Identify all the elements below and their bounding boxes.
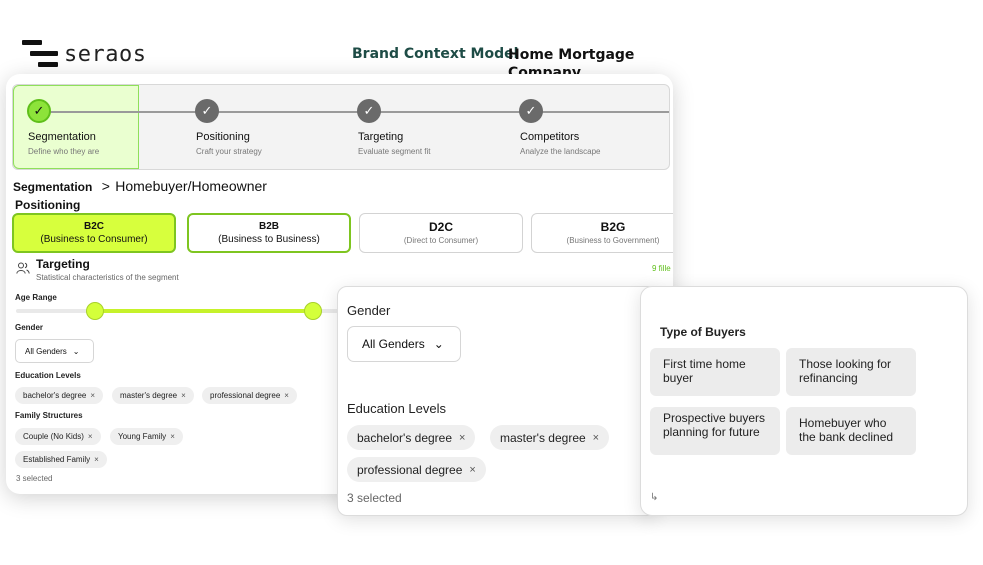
chevron-down-icon: ⌄	[433, 337, 444, 351]
remove-icon[interactable]: ×	[459, 432, 465, 444]
remove-icon[interactable]: ×	[90, 391, 95, 400]
breadcrumb-separator: >	[101, 178, 110, 194]
gender-select-value: All Genders	[362, 337, 425, 351]
check-icon: ✓	[27, 99, 51, 123]
remove-icon[interactable]: ×	[88, 432, 93, 441]
remove-icon[interactable]: ×	[593, 432, 599, 444]
family-chip[interactable]: Young Family ×	[110, 428, 183, 445]
stepper-line	[39, 111, 669, 113]
step-title: Targeting	[358, 131, 404, 143]
chevron-down-icon: ⌄	[72, 346, 80, 356]
gender-select[interactable]: All Genders ⌄	[15, 339, 94, 363]
option-code: B2C	[83, 221, 104, 232]
age-range-selection	[94, 309, 314, 313]
positioning-option-b2b[interactable]: B2B (Business to Business)	[187, 213, 351, 253]
family-structures-label: Family Structures	[15, 411, 83, 420]
family-selected-count: 3 selected	[16, 474, 53, 483]
education-chip[interactable]: bachelor's degree ×	[347, 425, 476, 450]
check-icon: ✓	[519, 99, 543, 123]
option-label: (Business to Business)	[218, 234, 320, 245]
chip-label: Established Family	[23, 455, 91, 464]
chip-label: master's degree	[500, 430, 586, 445]
positioning-option-d2c[interactable]: D2C (Direct to Consumer)	[359, 213, 523, 253]
breadcrumb-current: Homebuyer/Homeowner	[115, 178, 267, 194]
step-subtitle: Evaluate segment fit	[358, 147, 431, 156]
return-arrow-icon: ↳	[650, 492, 659, 503]
breadcrumb: Segmentation > Homebuyer/Homeowner	[13, 178, 267, 194]
users-icon	[16, 262, 30, 274]
option-code: D2C	[428, 220, 453, 234]
education-label: Education Levels	[347, 401, 447, 416]
option-code: B2G	[600, 220, 626, 234]
positioning-option-b2c[interactable]: B2C (Business to Consumer)	[12, 213, 176, 253]
family-chip[interactable]: Established Family ×	[15, 451, 107, 468]
chip-label: Young Family	[118, 432, 167, 441]
buyer-types-panel: Type of Buyers First time home buyer Tho…	[640, 286, 968, 516]
logo-text: seraos	[64, 41, 147, 67]
targeting-subtitle: Statistical characteristics of the segme…	[36, 273, 179, 282]
remove-icon[interactable]: ×	[170, 432, 175, 441]
remove-icon[interactable]: ×	[181, 391, 186, 400]
chip-label: master's degree	[120, 391, 178, 400]
step-subtitle: Define who they are	[28, 147, 100, 156]
option-label: (Business to Government)	[566, 236, 660, 245]
check-icon: ✓	[357, 99, 381, 123]
active-step-highlight	[13, 85, 139, 169]
family-chip[interactable]: Couple (No Kids) ×	[15, 428, 101, 445]
buyer-types-title: Type of Buyers	[660, 325, 746, 339]
filled-count: 9 fille	[652, 264, 671, 273]
education-chip[interactable]: professional degree ×	[347, 457, 486, 482]
logo-mark-icon	[22, 40, 58, 68]
education-chip[interactable]: master's degree ×	[112, 387, 194, 404]
model-label: Brand Context Model	[352, 46, 519, 62]
chip-label: bachelor's degree	[23, 391, 87, 400]
positioning-title: Positioning	[15, 198, 81, 212]
chip-label: professional degree	[357, 462, 463, 477]
step-title: Competitors	[520, 131, 580, 143]
chip-label: Couple (No Kids)	[23, 432, 84, 441]
buyer-type-option[interactable]: Prospective buyers planning for future	[650, 407, 780, 455]
buyer-type-option[interactable]: Those looking for refinancing	[786, 348, 916, 396]
step-title: Segmentation	[28, 131, 96, 143]
remove-icon[interactable]: ×	[94, 455, 99, 464]
gender-select-value: All Genders	[25, 346, 67, 356]
remove-icon[interactable]: ×	[469, 464, 475, 476]
step-subtitle: Craft your strategy	[196, 147, 262, 156]
step-subtitle: Analyze the landscape	[520, 147, 601, 156]
education-label: Education Levels	[15, 371, 81, 380]
education-selected-count: 3 selected	[347, 491, 402, 505]
education-chip[interactable]: professional degree ×	[202, 387, 297, 404]
gender-select[interactable]: All Genders ⌄	[347, 326, 461, 362]
targeting-title: Targeting	[36, 257, 90, 271]
progress-stepper: ✓ Segmentation Define who they are ✓ Pos…	[12, 84, 670, 170]
gender-label: Gender	[347, 303, 391, 318]
breadcrumb-root[interactable]: Segmentation	[13, 180, 92, 194]
education-chip[interactable]: bachelor's degree ×	[15, 387, 104, 404]
education-chip[interactable]: master's degree ×	[490, 425, 610, 450]
buyer-type-option[interactable]: First time home buyer	[650, 348, 780, 396]
chip-label: professional degree	[210, 391, 281, 400]
chip-label: bachelor's degree	[357, 430, 453, 445]
brand-logo: seraos	[22, 40, 146, 68]
age-range-label: Age Range	[15, 293, 57, 302]
age-max-handle[interactable]	[304, 302, 322, 320]
check-icon: ✓	[195, 99, 219, 123]
positioning-option-b2g[interactable]: B2G (Business to Government)	[531, 213, 673, 253]
age-min-handle[interactable]	[86, 302, 104, 320]
step-title: Positioning	[196, 131, 250, 143]
gender-education-panel: Gender All Genders ⌄ Education Levels ba…	[337, 286, 657, 516]
option-code: B2B	[258, 221, 279, 232]
option-label: (Business to Consumer)	[40, 234, 148, 245]
option-label: (Direct to Consumer)	[403, 236, 479, 245]
remove-icon[interactable]: ×	[284, 391, 289, 400]
buyer-type-option[interactable]: Homebuyer who the bank declined	[786, 407, 916, 455]
gender-label: Gender	[15, 323, 44, 332]
